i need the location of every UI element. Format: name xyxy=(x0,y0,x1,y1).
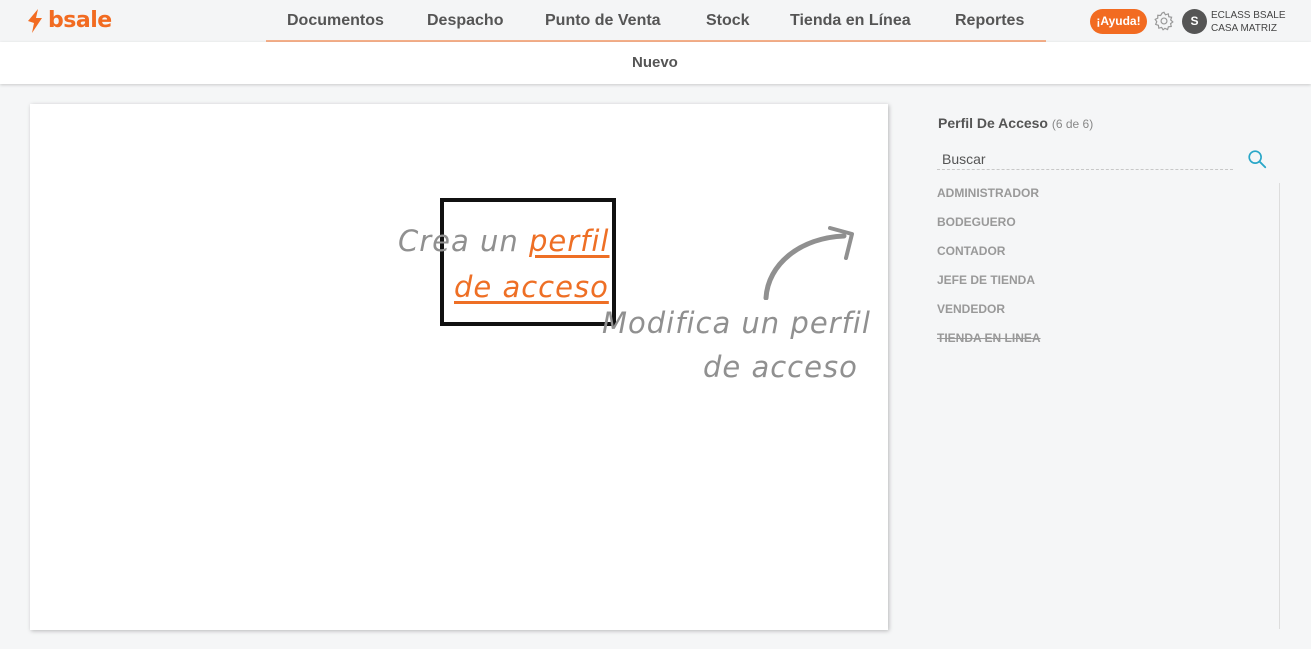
profile-item[interactable]: JEFE DE TIENDA xyxy=(937,270,1279,299)
profile-item[interactable]: BODEGUERO xyxy=(937,212,1279,241)
profile-item[interactable]: CONTADOR xyxy=(937,241,1279,270)
main-nav: Documentos Despacho Punto de Venta Stock… xyxy=(266,0,1046,42)
create-hint-prefix: Crea un xyxy=(398,224,519,258)
brand-name: bsale xyxy=(48,8,112,33)
top-bar: bsale Documentos Despacho Punto de Venta… xyxy=(0,0,1311,42)
nav-reportes[interactable]: Reportes xyxy=(955,0,1024,42)
company-selector[interactable]: ECLASS BSALE CASA MATRIZ xyxy=(1211,9,1285,35)
nav-punto-de-venta[interactable]: Punto de Venta xyxy=(545,0,661,42)
create-hint-line1: Crea un perfil xyxy=(398,224,609,258)
sidebar-title: Perfil De Acceso (6 de 6) xyxy=(938,115,1093,131)
new-button[interactable]: Nuevo xyxy=(632,42,678,84)
curved-arrow-icon xyxy=(763,226,854,300)
sub-nav: Nuevo xyxy=(0,42,1311,84)
help-button[interactable]: ¡Ayuda! xyxy=(1090,9,1147,34)
bsale-logo[interactable]: bsale xyxy=(25,7,112,35)
nav-stock[interactable]: Stock xyxy=(706,0,750,42)
create-highlight-frame xyxy=(440,198,616,326)
profile-item[interactable]: VENDEDOR xyxy=(937,299,1279,328)
create-profile-link-line1[interactable]: perfil xyxy=(529,224,610,258)
profile-item[interactable]: ADMINISTRADOR xyxy=(937,183,1279,212)
user-avatar[interactable]: S xyxy=(1182,9,1207,34)
search-input[interactable] xyxy=(937,148,1233,170)
profile-list: ADMINISTRADOR BODEGUERO CONTADOR JEFE DE… xyxy=(937,183,1280,629)
modify-hint-line1: Modifica un perfil xyxy=(602,306,871,340)
bsale-logo-icon xyxy=(28,9,42,33)
main-panel: Crea un perfil de acceso Modifica un per… xyxy=(30,104,888,630)
modify-hint-line2: de acceso xyxy=(703,350,858,384)
sidebar-title-text: Perfil De Acceso xyxy=(938,115,1048,131)
gear-icon[interactable] xyxy=(1153,10,1175,32)
nav-despacho[interactable]: Despacho xyxy=(427,0,503,42)
search-icon[interactable] xyxy=(1246,148,1268,170)
nav-tienda-en-linea[interactable]: Tienda en Línea xyxy=(790,0,911,42)
branch-name: CASA MATRIZ xyxy=(1211,23,1277,34)
create-profile-link-line2[interactable]: de acceso xyxy=(454,270,609,304)
company-name: ECLASS BSALE xyxy=(1211,10,1286,21)
nav-documentos[interactable]: Documentos xyxy=(287,0,384,42)
create-hint-line2: de acceso xyxy=(454,270,609,304)
profile-item-disabled[interactable]: TIENDA EN LINEA xyxy=(937,328,1279,357)
profile-count: (6 de 6) xyxy=(1051,117,1094,131)
